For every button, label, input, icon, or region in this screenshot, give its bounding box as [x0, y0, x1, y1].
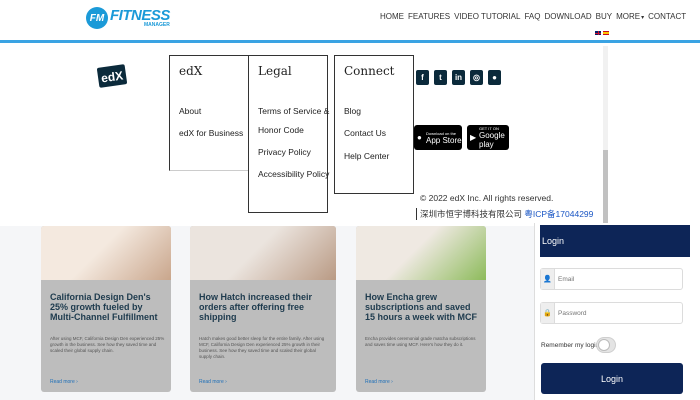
google-play-badge[interactable]: ▶ GET IT ON Google play — [467, 125, 509, 150]
apple-icon: ● — [417, 133, 422, 142]
top-navbar: FM FITNESS MANAGER HOME FEATURES VIDEO T… — [0, 0, 700, 43]
chevron-down-icon: ▾ — [641, 15, 645, 21]
nav-contact[interactable]: CONTACT — [648, 12, 686, 21]
footer-link-help-center[interactable]: Help Center — [344, 151, 389, 161]
footer-link-terms[interactable]: Terms of Service & — [258, 106, 329, 116]
article-card[interactable]: How Encha grew subscriptions and saved 1… — [356, 226, 486, 392]
password-input[interactable] — [558, 307, 678, 319]
login-button[interactable]: Login — [541, 363, 683, 394]
footer-link-blog[interactable]: Blog — [344, 106, 361, 116]
instagram-icon[interactable]: ◎ — [470, 70, 483, 85]
article-card[interactable]: California Design Den's 25% growth fuele… — [41, 226, 171, 392]
logo-title: FITNESS — [110, 7, 170, 24]
edx-logo[interactable]: edX — [96, 60, 128, 92]
card-body: Hatch makes good better sleep for the en… — [199, 336, 325, 359]
footer-link-accessibility-policy[interactable]: Accessibility Policy — [258, 169, 329, 179]
reddit-icon[interactable]: ● — [488, 70, 501, 85]
footer-column-legal: Legal Terms of Service & Honor Code Priv… — [248, 55, 329, 213]
footer-link-contact-us[interactable]: Contact Us — [344, 128, 386, 138]
spain-flag-icon[interactable] — [603, 31, 609, 35]
card-image — [41, 226, 171, 280]
card-image — [190, 226, 336, 280]
nav-download[interactable]: DOWNLOAD — [544, 12, 591, 21]
icp-company: 深圳市恒宇博科技有限公司 — [420, 209, 523, 219]
nav-faq[interactable]: FAQ — [524, 12, 540, 21]
remember-toggle[interactable] — [596, 337, 616, 353]
nav-features[interactable]: FEATURES — [408, 12, 450, 21]
footer-link-privacy-policy[interactable]: Privacy Policy — [258, 147, 311, 157]
card-read-more[interactable]: Read more › — [50, 379, 78, 385]
facebook-icon[interactable]: f — [416, 70, 429, 85]
remember-label: Remember my login — [541, 342, 600, 349]
password-field[interactable]: 🔒 — [540, 302, 683, 324]
card-image — [356, 226, 486, 280]
email-field[interactable]: 👤 — [540, 268, 683, 290]
icp-link[interactable]: 粤ICP备17044299 — [524, 209, 593, 219]
footer-link-honor-code[interactable]: Honor Code — [258, 125, 304, 135]
icp-notice: 深圳市恒宇博科技有限公司 粤ICP备17044299 — [416, 208, 593, 220]
login-heading: Login — [540, 225, 690, 257]
nav-more-label: MORE — [616, 12, 641, 21]
card-title: California Design Den's 25% growth fuele… — [50, 292, 158, 322]
card-title: How Encha grew subscriptions and saved 1… — [365, 292, 478, 322]
footer-link-about[interactable]: About — [179, 106, 201, 116]
email-input[interactable] — [558, 273, 678, 285]
fitness-manager-logo[interactable]: FM FITNESS MANAGER — [86, 5, 170, 31]
language-flags — [595, 31, 609, 35]
google-play-line2: Google play — [479, 131, 505, 149]
footer-column-edx: edX About edX for Business — [169, 55, 249, 171]
card-read-more[interactable]: Read more › — [365, 379, 393, 385]
footer-heading-legal: Legal — [258, 64, 292, 78]
linkedin-icon[interactable]: in — [452, 70, 465, 85]
nav-buy[interactable]: BUY — [596, 12, 612, 21]
footer-heading-edx: edX — [179, 64, 203, 78]
article-card[interactable]: How Hatch increased their orders after o… — [190, 226, 336, 392]
twitter-icon[interactable]: t — [434, 70, 447, 85]
app-store-badge[interactable]: ● Download on the App Store — [414, 125, 462, 150]
toggle-knob — [598, 339, 610, 351]
play-icon: ▶ — [470, 133, 477, 142]
nav-more[interactable]: MORE▾ — [616, 12, 644, 21]
nav-video-tutorial[interactable]: VIDEO TUTORIAL — [454, 12, 520, 21]
footer-column-connect: Connect Blog Contact Us Help Center — [334, 55, 414, 194]
nav-home[interactable]: HOME — [380, 12, 404, 21]
copyright-text: © 2022 edX Inc. All rights reserved. — [420, 193, 554, 203]
logo-badge: FM — [86, 7, 108, 29]
footer-link-edx-for-business[interactable]: edX for Business — [179, 128, 243, 138]
logo-text: FITNESS MANAGER — [110, 8, 170, 28]
social-icons: f t in ◎ ● — [416, 70, 501, 85]
card-title: How Hatch increased their orders after o… — [199, 292, 313, 322]
app-store-line2: App Store — [426, 135, 462, 145]
scrollbar-thumb[interactable] — [603, 150, 608, 224]
nav-links: HOME FEATURES VIDEO TUTORIAL FAQ DOWNLOA… — [380, 12, 686, 21]
lock-icon: 🔒 — [541, 303, 555, 323]
card-body: After using MCF, California Design Den e… — [50, 336, 165, 353]
footer-heading-connect: Connect — [344, 64, 395, 78]
user-icon: 👤 — [541, 269, 555, 289]
card-read-more[interactable]: Read more › — [199, 379, 227, 385]
card-body: Encha provides ceremonial grade matcha s… — [365, 336, 476, 347]
uk-flag-icon[interactable] — [595, 31, 601, 35]
